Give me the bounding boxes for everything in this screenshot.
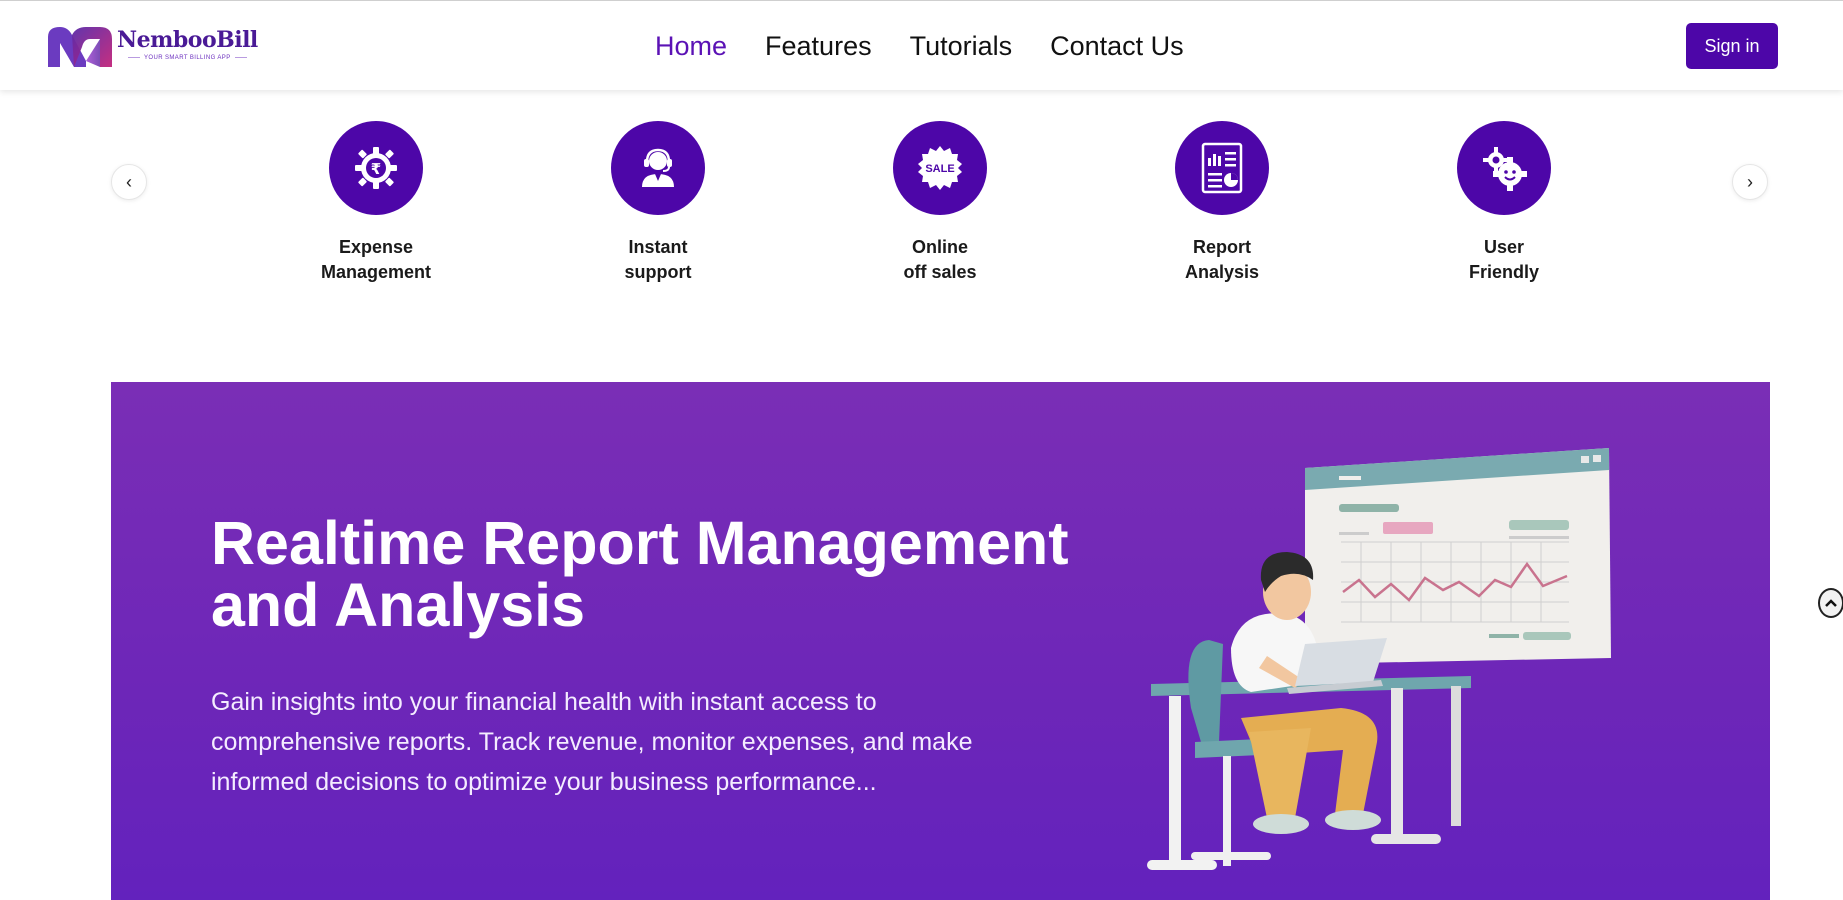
- feature-online-off-sales[interactable]: SALE Online off sales: [850, 121, 1030, 285]
- gears-smiley-icon: [1483, 147, 1527, 191]
- carousel-prev-button[interactable]: ‹: [111, 164, 147, 200]
- feature-icon-circle: [611, 121, 705, 215]
- svg-text:SALE: SALE: [925, 163, 954, 175]
- sale-badge-icon: SALE: [918, 146, 962, 190]
- brand-tagline: YOUR SMART BILLING APP: [124, 55, 251, 61]
- feature-label: Instant support: [624, 237, 692, 282]
- brand-name: NembooBill: [117, 27, 258, 53]
- nav-features-link[interactable]: Features: [765, 29, 872, 63]
- hero-banner: Realtime Report Management and Analysis …: [111, 382, 1770, 900]
- feature-label: Expense Management: [320, 237, 432, 282]
- feature-icon-circle: ₹: [329, 121, 423, 215]
- feature-label: User Friendly: [1468, 237, 1539, 282]
- feature-report-analysis[interactable]: Report Analysis: [1132, 121, 1312, 285]
- feature-user-friendly[interactable]: User Friendly: [1414, 121, 1594, 285]
- feature-icon-circle: [1175, 121, 1269, 215]
- feature-icon-circle: [1457, 121, 1551, 215]
- chevron-left-icon: ‹: [126, 171, 132, 192]
- chevron-up-icon: [1825, 599, 1837, 607]
- feature-label: Report Analysis: [1184, 237, 1260, 282]
- nav-tutorials-link[interactable]: Tutorials: [910, 29, 1013, 63]
- chevron-right-icon: ›: [1747, 171, 1753, 192]
- rupee-gear-icon: ₹: [355, 147, 397, 189]
- scroll-to-top-button[interactable]: [1818, 588, 1843, 618]
- carousel-next-button[interactable]: ›: [1732, 164, 1768, 200]
- sign-in-button[interactable]: Sign in: [1686, 23, 1778, 69]
- features-carousel: ‹ ₹ Expense Management Instant support S…: [0, 90, 1843, 320]
- nav-contact-link[interactable]: Contact Us: [1050, 29, 1184, 63]
- nav-home-link[interactable]: Home: [655, 29, 727, 63]
- brand-logo[interactable]: NembooBill YOUR SMART BILLING APP: [46, 23, 266, 71]
- svg-text:₹: ₹: [371, 160, 381, 178]
- hero-title: Realtime Report Management and Analysis: [211, 509, 1069, 639]
- feature-label: Online off sales: [903, 237, 977, 282]
- feature-instant-support[interactable]: Instant support: [568, 121, 748, 285]
- site-header: NembooBill YOUR SMART BILLING APP Home F…: [0, 0, 1843, 90]
- nemboobill-logo-icon: [48, 27, 112, 67]
- feature-expense-management[interactable]: ₹ Expense Management: [286, 121, 466, 285]
- report-document-icon: [1201, 142, 1243, 194]
- support-agent-icon: [642, 148, 674, 187]
- hero-description: Gain insights into your financial health…: [211, 688, 973, 796]
- feature-icon-circle: SALE: [893, 121, 987, 215]
- report-analysis-illustration: [1147, 448, 1611, 870]
- dashboard-window-graphic: [1305, 448, 1611, 664]
- main-nav: Home Features Tutorials Contact Us: [655, 29, 1184, 63]
